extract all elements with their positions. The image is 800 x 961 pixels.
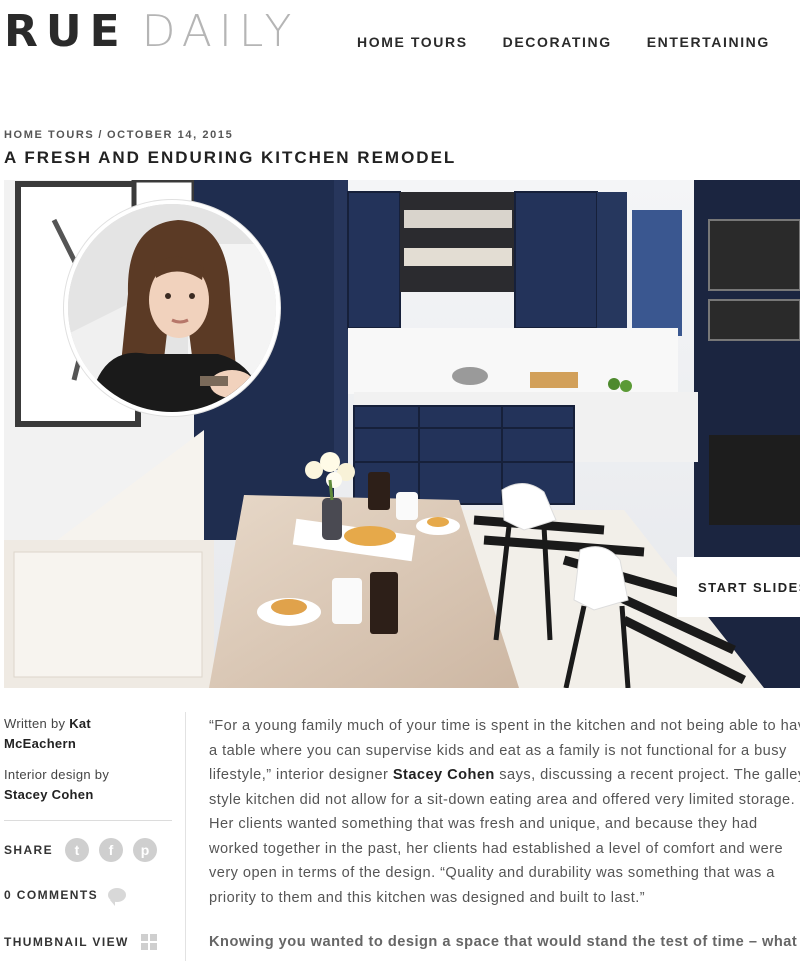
pinterest-icon[interactable]: p	[133, 838, 158, 862]
designer-portrait	[68, 204, 276, 412]
thumbnail-label: THUMBNAIL VIEW	[4, 935, 129, 949]
start-slideshow-button[interactable]: START SLIDESHOW	[677, 557, 800, 617]
interview-question: Knowing you wanted to design a space tha…	[209, 934, 800, 950]
breadcrumb-category[interactable]: HOME TOURS	[4, 129, 94, 141]
article-body: “For a young family much of your time is…	[209, 714, 800, 910]
nav-entertaining[interactable]: ENTERTAINING	[647, 34, 770, 50]
column-divider	[185, 712, 186, 961]
comments-link[interactable]: 0 COMMENTS	[4, 888, 127, 906]
article-line: Her clients wanted something that was fr…	[209, 816, 758, 832]
author-last-name[interactable]: McEachern	[4, 736, 76, 751]
share-bar: SHARE t f p	[4, 838, 158, 862]
article-text: says, discussing a recent project. The g…	[494, 767, 800, 783]
design-by-label: Interior design by	[4, 767, 110, 782]
share-label: SHARE	[4, 843, 54, 857]
article-line: “For a young family much of your time is…	[209, 718, 800, 734]
facebook-icon[interactable]: f	[99, 838, 124, 862]
grid-icon	[140, 934, 157, 950]
article-line: priority to them and this kitchen was de…	[209, 889, 646, 906]
logo-daily: DAILY	[141, 6, 299, 57]
article-line: style kitchen did not allow for a sit-do…	[209, 791, 796, 808]
nav-home-tours[interactable]: HOME TOURS	[357, 34, 468, 50]
sidebar-divider	[4, 820, 172, 821]
page-title: A FRESH AND ENDURING KITCHEN REMODEL	[4, 148, 457, 167]
breadcrumb: HOME TOURS / OCTOBER 14, 2015	[4, 129, 233, 141]
designer-link[interactable]: Stacey Cohen	[393, 767, 495, 783]
main-nav: HOME TOURS DECORATING ENTERTAINING	[357, 34, 800, 50]
designer-name[interactable]: Stacey Cohen	[4, 787, 94, 802]
comment-bubble-icon	[108, 888, 127, 906]
twitter-icon[interactable]: t	[65, 838, 90, 862]
nav-decorating[interactable]: DECORATING	[503, 34, 612, 50]
breadcrumb-separator: /	[98, 129, 104, 141]
post-date: OCTOBER 14, 2015	[107, 129, 234, 141]
comments-label: 0 COMMENTS	[4, 888, 99, 902]
designer-avatar	[64, 200, 280, 416]
author-credit: Written by Kat McEachern	[4, 714, 179, 754]
site-logo[interactable]: RUE DAILY	[4, 6, 298, 58]
logo-rue: RUE	[4, 6, 128, 57]
article-line: worked together in the past, her clients…	[209, 840, 784, 857]
article-line: very open in terms of the design. “Quali…	[209, 865, 775, 881]
thumbnail-view-toggle[interactable]: THUMBNAIL VIEW	[4, 934, 157, 950]
article-text: lifestyle,” interior designer	[209, 767, 393, 783]
article-line: a table where you can supervise kids and…	[209, 742, 787, 759]
article-line: lifestyle,” interior designer Stacey Coh…	[209, 763, 800, 788]
written-by-label: Written by	[4, 716, 66, 731]
designer-credit: Interior design by Stacey Cohen	[4, 765, 179, 805]
author-first-name[interactable]: Kat	[69, 716, 91, 731]
